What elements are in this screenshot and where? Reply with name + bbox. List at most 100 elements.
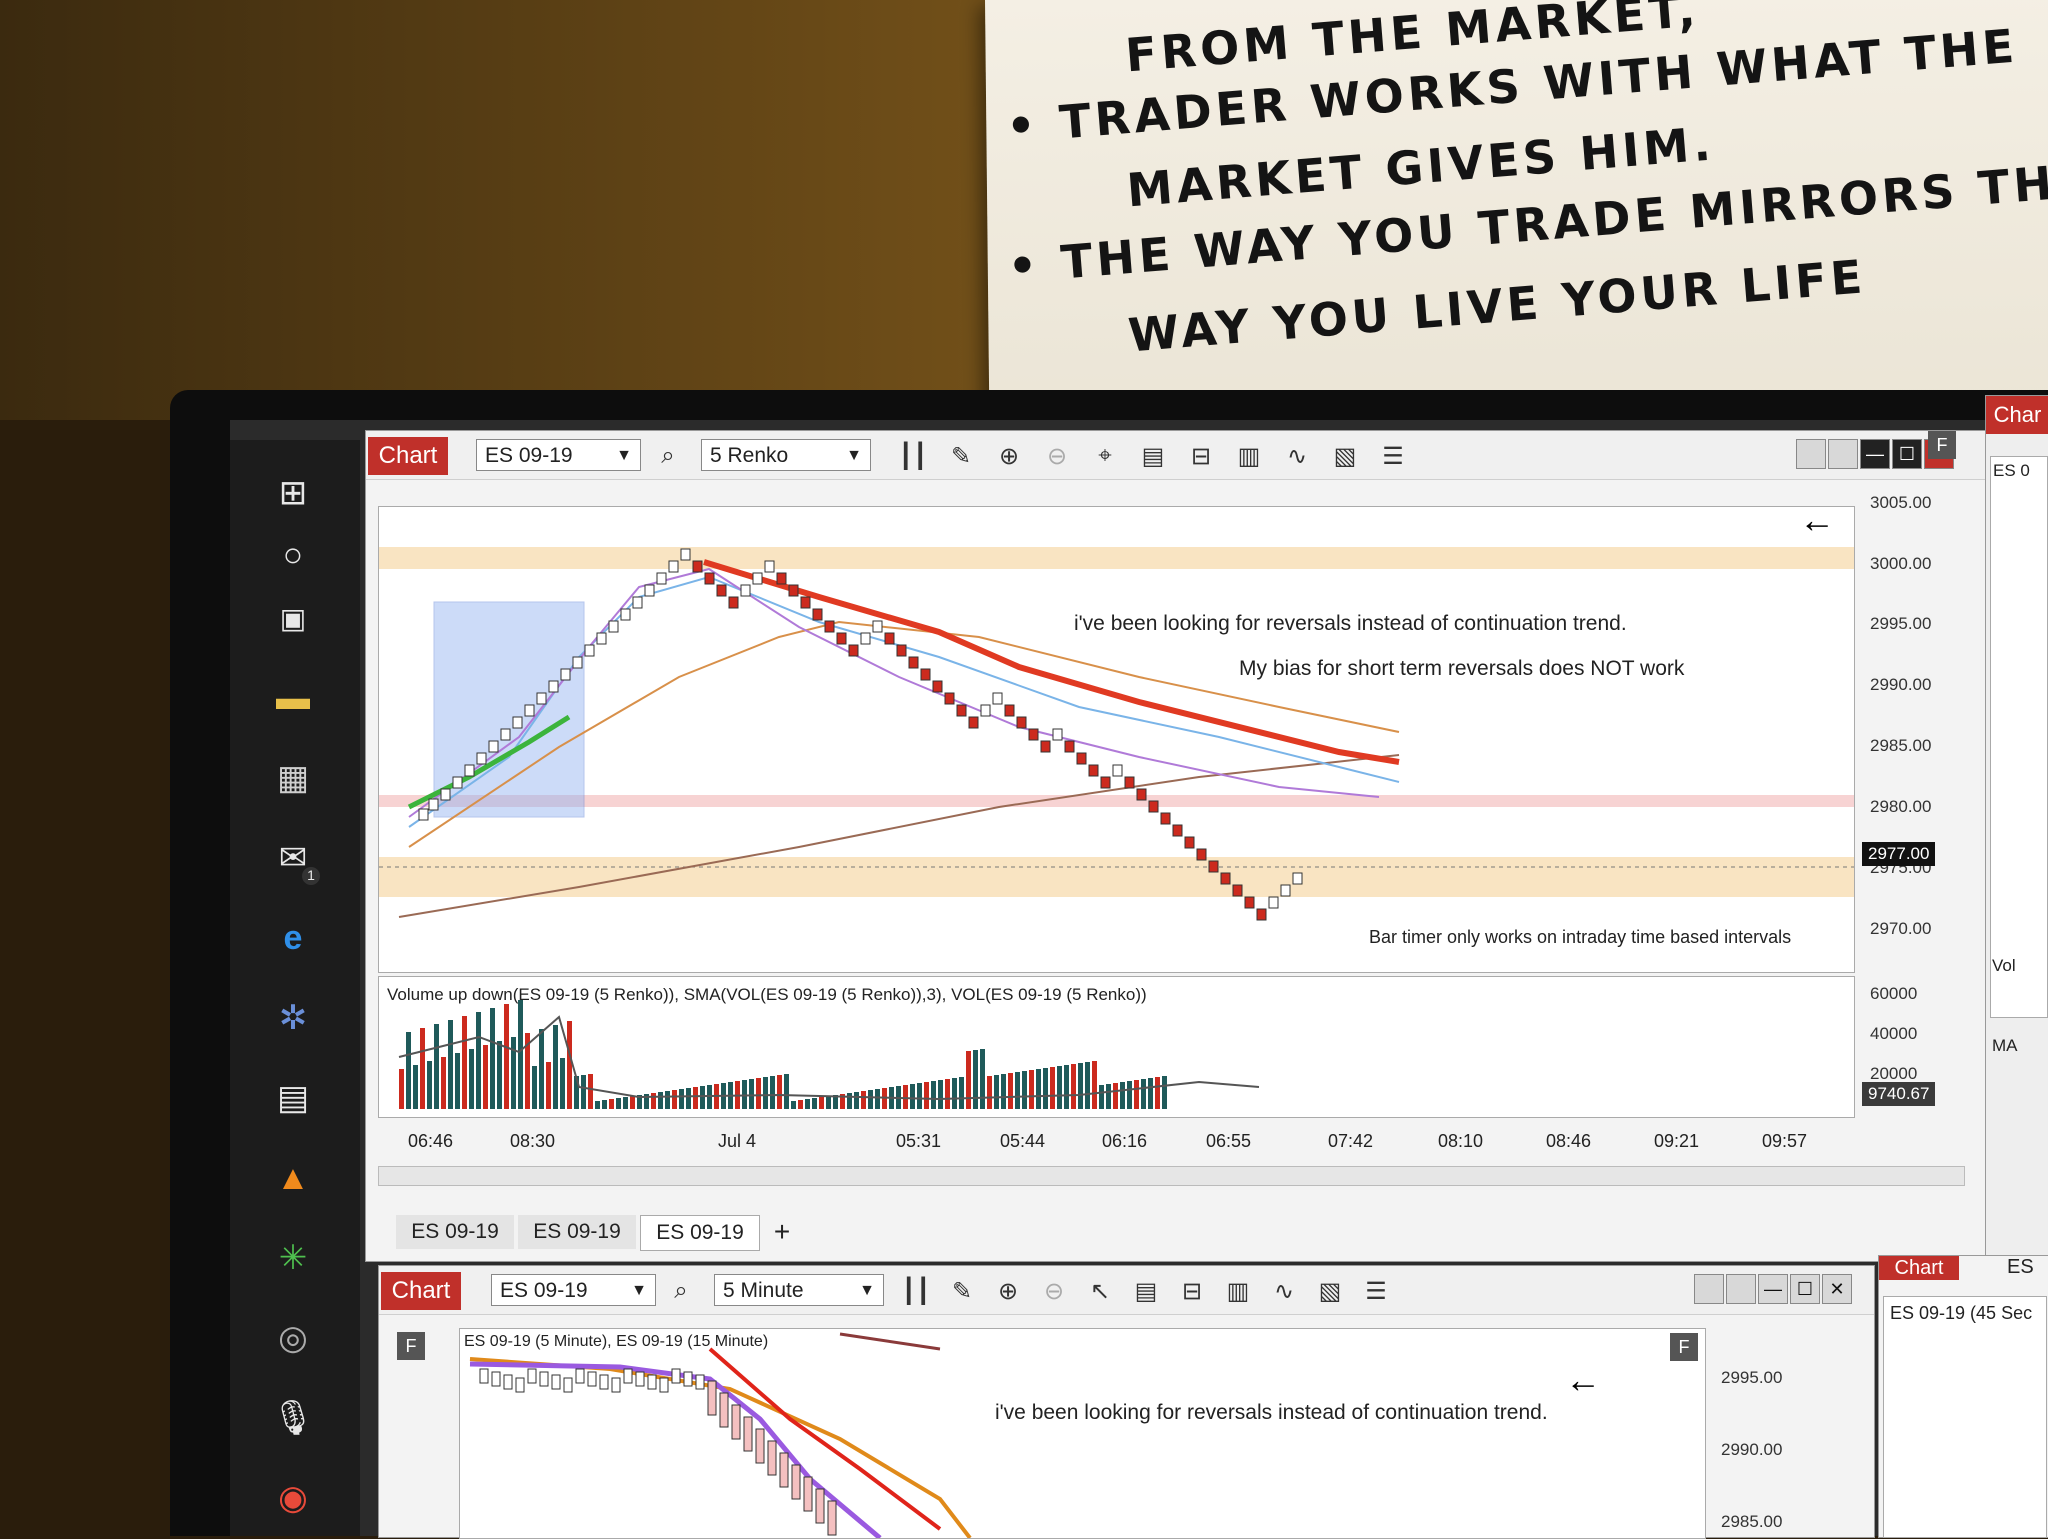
f-button[interactable]: F [1928, 431, 1956, 459]
side-bottom-tab[interactable]: Chart [1879, 1256, 1959, 1280]
side-chart-tab[interactable]: Char [1986, 396, 2048, 434]
window-gray-button-1[interactable] [1694, 1274, 1724, 1304]
volume-tick: 20000 [1870, 1064, 1918, 1083]
crosshair-icon[interactable]: ⌖ [1088, 441, 1122, 471]
bar-type-icon[interactable]: ┃┃ [899, 1276, 933, 1306]
renko-brick [704, 572, 715, 585]
volume-bar [490, 1008, 495, 1109]
side-chart-plot[interactable]: ES 0 [1990, 456, 2048, 1018]
renko-brick [920, 668, 931, 681]
volume-bar [406, 1032, 411, 1109]
window-gray-button-1[interactable] [1796, 439, 1826, 469]
calculator-icon[interactable]: ▤ [270, 1075, 316, 1121]
search-icon[interactable]: ⌕ [664, 1276, 698, 1306]
chart-trader-icon[interactable]: ▥ [1232, 441, 1266, 471]
windows-icon[interactable]: ⊞ [270, 470, 316, 516]
volume-bar [686, 1088, 691, 1109]
volume-bar [441, 1057, 446, 1109]
main-interval-select[interactable]: 5 Renko ▼ [701, 439, 871, 471]
data-box-icon[interactable]: ▤ [1129, 1276, 1163, 1306]
main-chart-tab[interactable]: Chart [368, 437, 448, 475]
main-instrument-select[interactable]: ES 09-19 ▼ [476, 439, 641, 471]
bottom-candle [539, 1371, 549, 1387]
microphone-icon[interactable]: 🎙 [270, 1395, 316, 1441]
volume-bar [1092, 1061, 1097, 1109]
volume-bar [1099, 1085, 1104, 1109]
side-bottom-plot[interactable]: ES 09-19 (45 Sec [1883, 1296, 2047, 1538]
edge-icon[interactable]: e [270, 915, 316, 961]
list-icon[interactable]: ☰ [1376, 441, 1410, 471]
app-icon[interactable]: ✳ [270, 1235, 316, 1281]
horizontal-scrollbar[interactable] [378, 1166, 1965, 1186]
ninjatrader-icon[interactable]: ✲ [270, 995, 316, 1041]
strategies-icon[interactable]: ▧ [1328, 441, 1362, 471]
volume-plot[interactable]: Volume up down(ES 09-19 (5 Renko)), SMA(… [378, 976, 1855, 1118]
bottom-interval-select[interactable]: 5 Minute ▼ [714, 1274, 884, 1306]
maximize-icon[interactable]: ☐ [1892, 439, 1922, 469]
f-button[interactable]: F [1670, 1333, 1698, 1361]
renko-brick [752, 572, 763, 585]
back-arrow-icon[interactable]: ← [1565, 1359, 1601, 1401]
indicators-icon[interactable]: ∿ [1280, 441, 1314, 471]
store-icon[interactable]: ▦ [270, 755, 316, 801]
data-box-icon[interactable]: ▤ [1136, 441, 1170, 471]
window-gray-button-2[interactable] [1726, 1274, 1756, 1304]
volume-bar [1001, 1074, 1006, 1109]
pencil-icon[interactable]: ✎ [944, 441, 978, 471]
list-icon[interactable]: ☰ [1359, 1276, 1393, 1306]
volume-bar [770, 1076, 775, 1109]
volume-bar [420, 1028, 425, 1109]
price-tick: 2990.00 [1721, 1440, 1783, 1459]
window-gray-button-2[interactable] [1828, 439, 1858, 469]
volume-bar [1148, 1078, 1153, 1109]
tab-es-1[interactable]: ES 09-19 [396, 1215, 514, 1249]
chrome-icon[interactable]: ◉ [270, 1475, 316, 1521]
add-tab-button[interactable]: + [762, 1215, 802, 1249]
price-plot[interactable]: i've been looking for reversals instead … [378, 506, 1855, 973]
zoom-out-icon[interactable]: ⊖ [1040, 441, 1074, 471]
volume-bar [980, 1049, 985, 1109]
f-button-left[interactable]: F [397, 1332, 425, 1360]
search-circle-icon[interactable]: ○ [270, 532, 316, 578]
vlc-icon[interactable]: ▲ [270, 1155, 316, 1201]
renko-brick [620, 608, 631, 621]
minimize-icon[interactable]: — [1758, 1274, 1788, 1304]
annotation-bar-timer: Bar timer only works on intraday time ba… [1369, 927, 1792, 947]
volume-bar [1155, 1077, 1160, 1109]
maximize-icon[interactable]: ☐ [1790, 1274, 1820, 1304]
minimize-icon[interactable]: — [1860, 439, 1890, 469]
volume-bar [854, 1092, 859, 1109]
tab-es-3[interactable]: ES 09-19 [640, 1215, 760, 1251]
back-arrow-icon[interactable]: ← [1799, 507, 1835, 541]
bar-type-icon[interactable]: ┃┃ [896, 441, 930, 471]
zoom-in-icon[interactable]: ⊕ [991, 1276, 1025, 1306]
renko-brick [908, 656, 919, 669]
bottom-candle [791, 1464, 801, 1500]
task-view-icon[interactable]: ▣ [270, 595, 316, 641]
price-series [379, 547, 1854, 921]
bottom-instrument-select[interactable]: ES 09-19 ▼ [491, 1274, 656, 1306]
properties-icon[interactable]: ⊟ [1175, 1276, 1209, 1306]
renko-brick [1196, 848, 1207, 861]
pencil-icon[interactable]: ✎ [945, 1276, 979, 1306]
search-icon[interactable]: ⌕ [651, 441, 685, 471]
close-icon[interactable]: ✕ [1822, 1274, 1852, 1304]
volume-value-badge: 9740.67 [1862, 1082, 1936, 1106]
chart-trader-icon[interactable]: ▥ [1221, 1276, 1255, 1306]
strategies-icon[interactable]: ▧ [1313, 1276, 1347, 1306]
properties-icon[interactable]: ⊟ [1184, 441, 1218, 471]
file-explorer-icon[interactable]: ▬ [270, 675, 316, 721]
bottom-price-plot[interactable]: ES 09-19 (5 Minute), ES 09-19 (15 Minute… [459, 1328, 1706, 1539]
renko-brick [956, 704, 967, 717]
time-tick: 08:10 [1438, 1131, 1484, 1151]
tab-es-2[interactable]: ES 09-19 [518, 1215, 636, 1249]
zoom-out-icon[interactable]: ⊖ [1037, 1276, 1071, 1306]
volume-bar [938, 1080, 943, 1109]
price-tick: 2985.00 [1721, 1512, 1783, 1531]
mail-icon[interactable]: ✉ 1 [270, 835, 320, 885]
bottom-chart-tab[interactable]: Chart [381, 1272, 461, 1310]
indicators-icon[interactable]: ∿ [1267, 1276, 1301, 1306]
pointer-icon[interactable]: ↖ [1083, 1276, 1117, 1306]
zoom-in-icon[interactable]: ⊕ [992, 441, 1026, 471]
steam-icon[interactable]: ◎ [270, 1315, 316, 1361]
